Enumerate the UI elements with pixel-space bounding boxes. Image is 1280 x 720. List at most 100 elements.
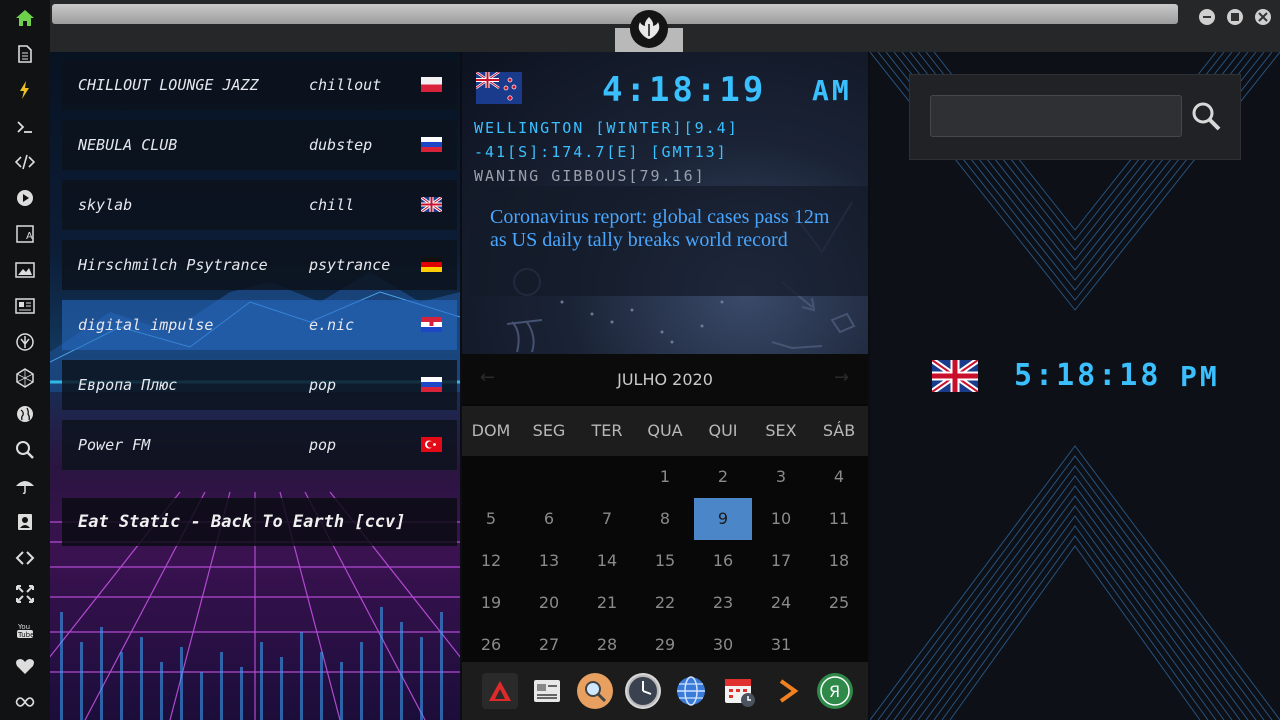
calendar-day[interactable]: 18	[810, 540, 868, 582]
center-panel: 4:18:19 AM WELLINGTON [WINTER][9.4] -41[…	[462, 52, 868, 720]
station-item[interactable]: Европа Плюс pop	[62, 360, 457, 410]
calendar-day[interactable]: 28	[578, 624, 636, 666]
calendar-day[interactable]: 24	[752, 582, 810, 624]
station-item[interactable]: Hirschmilch Psytrance psytrance	[62, 240, 457, 290]
calendar-day[interactable]: 1	[636, 456, 694, 498]
calendar-day[interactable]	[578, 456, 636, 498]
terminal-icon[interactable]	[13, 115, 37, 139]
weekday-label: SEX	[765, 421, 797, 440]
globe-icon[interactable]	[13, 402, 37, 426]
station-genre: e.nic	[309, 316, 355, 334]
calendar-day[interactable]: 20	[520, 582, 578, 624]
document-icon[interactable]	[13, 42, 37, 66]
station-item[interactable]: CHILLOUT LOUNGE JAZZ chillout	[62, 60, 457, 110]
calendar-day[interactable]	[462, 456, 520, 498]
calendar-day[interactable]: 15	[636, 540, 694, 582]
calendar-day[interactable]: 2	[694, 456, 752, 498]
calendar-month: JULHO 2020	[617, 370, 713, 389]
calendar-day[interactable]: 17	[752, 540, 810, 582]
station-genre: chillout	[309, 76, 382, 94]
close-button[interactable]	[1255, 9, 1271, 25]
svg-text:Я: Я	[829, 682, 840, 701]
moon-phase-line: WANING GIBBOUS[79.16]	[474, 167, 706, 185]
calendar-day[interactable]: 7	[578, 498, 636, 540]
address-bar[interactable]	[52, 4, 1178, 24]
calendar-day[interactable]: 12	[462, 540, 520, 582]
minimize-button[interactable]	[1199, 9, 1215, 25]
search-icon[interactable]	[1190, 99, 1222, 133]
infinity-icon[interactable]	[13, 690, 37, 714]
app-a-icon[interactable]	[482, 673, 518, 709]
calendar-day[interactable]: 23	[694, 582, 752, 624]
station-name: NEBULA CLUB	[78, 136, 178, 154]
calendar-day[interactable]: 6	[520, 498, 578, 540]
contact-icon[interactable]	[13, 510, 37, 534]
station-item[interactable]: Power FM pop	[62, 420, 457, 470]
calendar-day[interactable]: 8	[636, 498, 694, 540]
calendar-day[interactable]: 4	[810, 456, 868, 498]
search-icon[interactable]	[13, 438, 37, 462]
calendar-app-icon[interactable]	[721, 673, 757, 709]
calendar-day[interactable]: 30	[694, 624, 752, 666]
calendar-day[interactable]: 31	[752, 624, 810, 666]
germany-flag-icon	[421, 257, 442, 272]
image-icon[interactable]	[13, 258, 37, 282]
calendar-day[interactable]: 16	[694, 540, 752, 582]
calendar-day[interactable]: 27	[520, 624, 578, 666]
station-item-active[interactable]: digital impulse e.nic	[62, 300, 457, 350]
calendar-day-selected[interactable]: 9	[694, 498, 752, 540]
weekday-label: TER	[591, 421, 623, 440]
rebel-icon[interactable]	[13, 330, 37, 354]
calendar-day[interactable]: 21	[578, 582, 636, 624]
maximize-button[interactable]	[1227, 9, 1243, 25]
calendar-day[interactable]: 11	[810, 498, 868, 540]
weekday-label: QUI	[708, 421, 738, 440]
hexagon-icon[interactable]	[13, 366, 37, 390]
calendar-day[interactable]: 3	[752, 456, 810, 498]
local-ampm: AM	[812, 74, 852, 107]
clock-app-icon[interactable]	[625, 673, 661, 709]
calendar-day[interactable]: 10	[752, 498, 810, 540]
news-app-icon[interactable]	[529, 673, 565, 709]
svg-text:You: You	[17, 623, 30, 631]
calendar-day[interactable]: 29	[636, 624, 694, 666]
calendar-day[interactable]: 5	[462, 498, 520, 540]
calendar-day[interactable]: 25	[810, 582, 868, 624]
link-icon[interactable]	[13, 546, 37, 570]
weekday-label: QUA	[647, 421, 683, 440]
calendar-day[interactable]: 22	[636, 582, 694, 624]
youtube-icon[interactable]: You Tube	[13, 618, 37, 642]
uk-flag-icon	[930, 357, 980, 395]
station-item[interactable]: NEBULA CLUB dubstep	[62, 120, 457, 170]
arrow-app-icon[interactable]	[769, 673, 805, 709]
translate-icon[interactable]: A	[13, 222, 37, 246]
bolt-icon[interactable]	[13, 78, 37, 102]
calendar-day[interactable]	[810, 624, 868, 666]
news-icon[interactable]	[13, 294, 37, 318]
remote-time: 5:18:18	[1014, 358, 1162, 393]
weekday-label: SÁB	[822, 421, 856, 440]
news-card[interactable]: Coronavirus report: global cases pass 12…	[470, 186, 868, 296]
calendar-day[interactable]: 19	[462, 582, 520, 624]
play-icon[interactable]	[13, 186, 37, 210]
calendar-day[interactable]: 13	[520, 540, 578, 582]
station-name: Hirschmilch Psytrance	[78, 256, 268, 274]
code-icon[interactable]	[13, 150, 37, 174]
yandex-icon[interactable]: Я	[817, 673, 853, 709]
home-icon[interactable]	[13, 6, 37, 30]
calendar-day[interactable]: 26	[462, 624, 520, 666]
umbrella-icon[interactable]	[13, 474, 37, 498]
expand-icon[interactable]	[13, 582, 37, 606]
calendar-day[interactable]	[520, 456, 578, 498]
news-headline[interactable]: Coronavirus report: global cases pass 12…	[490, 206, 850, 252]
search-input[interactable]	[930, 95, 1182, 137]
heart-icon[interactable]	[13, 654, 37, 678]
location-line: WELLINGTON [WINTER][9.4]	[474, 119, 739, 137]
globe-app-icon[interactable]	[673, 673, 709, 709]
station-item[interactable]: skylab chill	[62, 180, 457, 230]
search-app-icon[interactable]	[577, 673, 613, 709]
calendar-day[interactable]: 14	[578, 540, 636, 582]
russia-flag-icon	[421, 377, 442, 392]
next-month-icon[interactable]: →	[834, 367, 849, 388]
rebel-logo-icon[interactable]	[630, 10, 668, 48]
